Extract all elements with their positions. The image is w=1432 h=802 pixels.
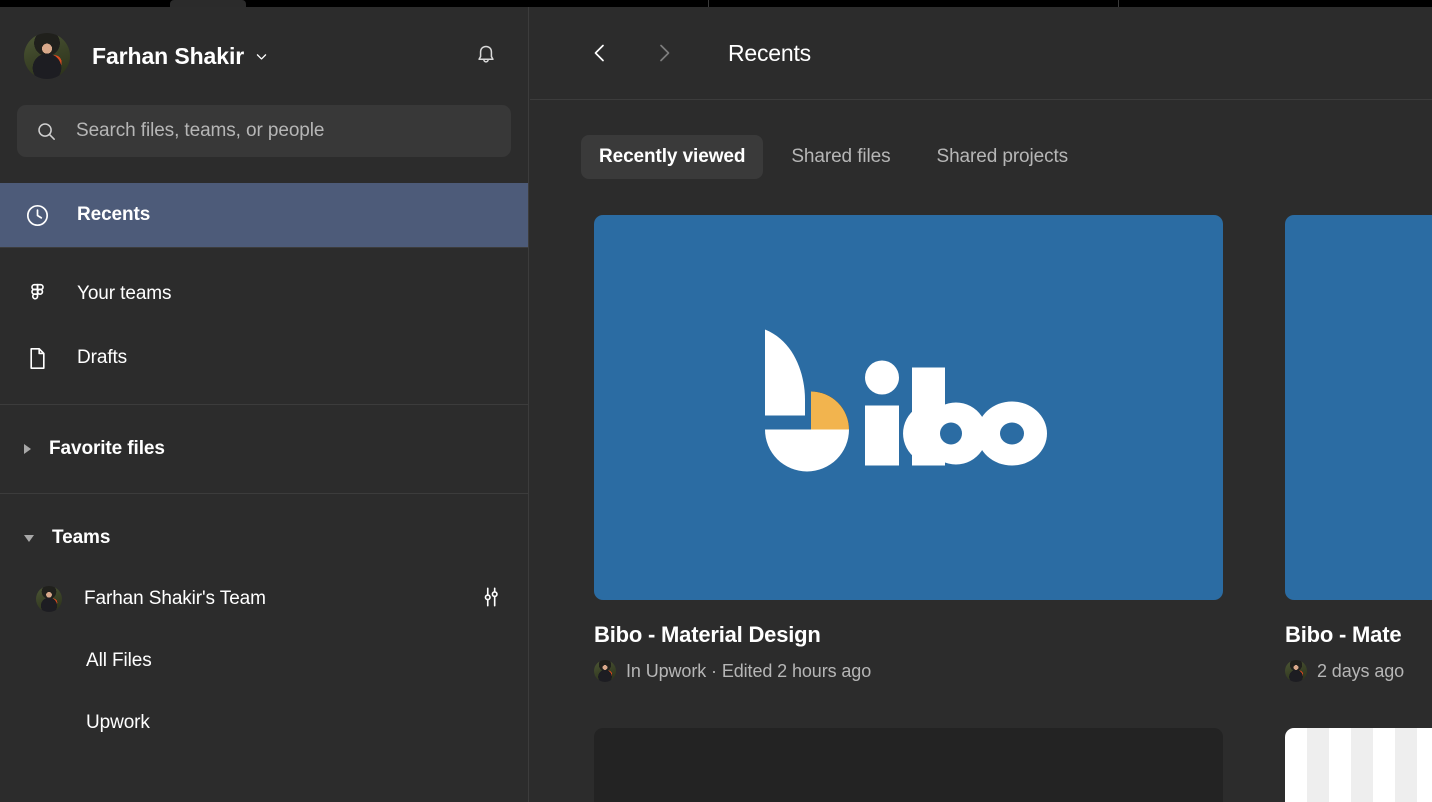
teams-header[interactable]: Teams [0, 508, 528, 568]
document-icon [24, 345, 51, 372]
figma-logo-icon [24, 281, 51, 308]
file-owner-avatar [594, 660, 616, 682]
file-owner-avatar [1285, 660, 1307, 682]
sidebar-teams-nav-section: Your teams Drafts [0, 248, 528, 404]
main-content: Recents Recently viewed Shared files Sha… [530, 7, 1432, 802]
project-label: All Files [86, 650, 152, 672]
file-card[interactable]: 9:41 Bibo - Mate 2 days ago [1285, 215, 1432, 682]
chevron-right-icon [652, 41, 676, 65]
sidebar-project-all-files[interactable]: All Files [0, 630, 528, 692]
browser-tab[interactable] [170, 0, 246, 7]
file-thumbnail[interactable] [594, 728, 1223, 802]
file-meta: 2 days ago [1285, 660, 1432, 682]
sidebar-teams-section: Teams Farhan Shakir's Team All Files [0, 494, 528, 768]
notifications-button[interactable] [466, 36, 506, 76]
sliders-icon [478, 584, 504, 610]
sidebar-item-label: Your teams [77, 283, 171, 305]
search-container: Search files, teams, or people [0, 105, 528, 157]
tab-shared-projects[interactable]: Shared projects [919, 135, 1087, 179]
back-button[interactable] [578, 31, 622, 75]
file-grid-row2 [530, 682, 1432, 802]
file-title: Bibo - Mate [1285, 622, 1432, 648]
bibo-logo-icon [759, 325, 1059, 490]
page-title: Recents [728, 40, 811, 67]
search-placeholder: Search files, teams, or people [76, 120, 324, 142]
sidebar-item-drafts[interactable]: Drafts [0, 326, 528, 390]
sidebar-header: Farhan Shakir [0, 7, 528, 105]
avatar [24, 33, 70, 79]
clock-icon [24, 202, 51, 229]
sidebar-item-label: Drafts [77, 347, 127, 369]
teams-label: Teams [52, 527, 110, 549]
chevron-down-icon [255, 50, 268, 63]
file-thumbnail[interactable]: 9:41 [1285, 215, 1432, 600]
sidebar-item-your-teams[interactable]: Your teams [0, 262, 528, 326]
user-menu-button[interactable]: Farhan Shakir [24, 33, 268, 79]
team-avatar [36, 586, 62, 612]
sidebar-project-upwork[interactable]: Upwork [0, 692, 528, 754]
favorite-files-header[interactable]: Favorite files [0, 419, 528, 479]
file-meta-text: 2 days ago [1317, 661, 1404, 682]
chrome-seam [1118, 0, 1119, 7]
file-title: Bibo - Material Design [594, 622, 1223, 648]
spacer [0, 157, 528, 183]
sidebar: Farhan Shakir Search files, teams, or pe… [0, 7, 529, 802]
sidebar-team-item[interactable]: Farhan Shakir's Team [0, 568, 528, 630]
user-name: Farhan Shakir [92, 43, 244, 70]
main-header: Recents [530, 7, 1432, 100]
file-meta-text: In Upwork · Edited 2 hours ago [626, 661, 871, 682]
triangle-right-icon [24, 444, 31, 454]
sidebar-favorites-section: Favorite files [0, 405, 528, 493]
bell-icon [473, 43, 499, 69]
forward-button[interactable] [642, 31, 686, 75]
search-icon [35, 120, 58, 143]
file-thumbnail[interactable] [1285, 728, 1432, 802]
browser-chrome-strip [0, 0, 1432, 7]
sidebar-item-recents[interactable]: Recents [0, 183, 528, 247]
sidebar-item-label: Recents [77, 204, 150, 226]
triangle-down-icon [24, 535, 34, 542]
favorite-files-label: Favorite files [49, 438, 165, 460]
tab-bar: Recently viewed Shared files Shared proj… [530, 100, 1432, 179]
team-settings-button[interactable] [478, 584, 504, 615]
team-name: Farhan Shakir's Team [84, 588, 266, 610]
project-label: Upwork [86, 712, 150, 734]
file-thumbnail[interactable] [594, 215, 1223, 600]
bibo-wordmark [759, 325, 1059, 490]
tab-shared-files[interactable]: Shared files [773, 135, 908, 179]
app-root: Farhan Shakir Search files, teams, or pe… [0, 0, 1432, 802]
tab-recently-viewed[interactable]: Recently viewed [581, 135, 763, 179]
file-meta: In Upwork · Edited 2 hours ago [594, 660, 1223, 682]
file-card[interactable]: Bibo - Material Design In Upwork · Edite… [594, 215, 1223, 682]
chrome-seam [708, 0, 709, 7]
file-grid: Bibo - Material Design In Upwork · Edite… [530, 179, 1432, 682]
chevron-left-icon [588, 41, 612, 65]
search-input[interactable]: Search files, teams, or people [17, 105, 511, 157]
